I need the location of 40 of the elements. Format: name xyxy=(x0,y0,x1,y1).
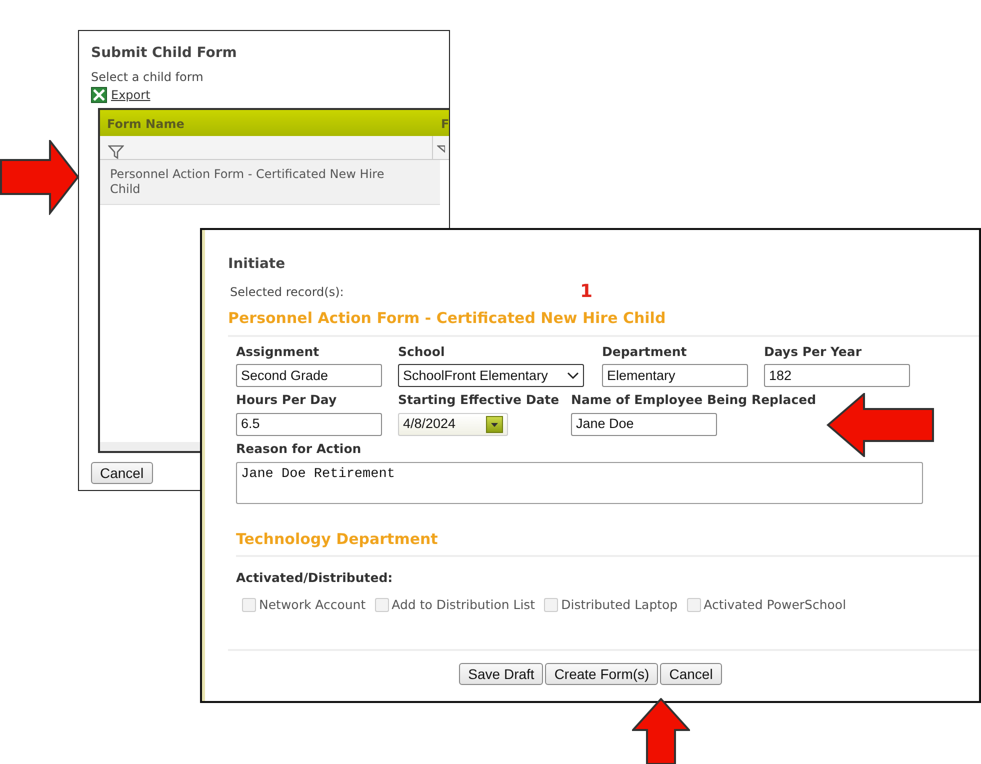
field-label: Name of Employee Being Replaced xyxy=(571,391,816,410)
field-label: Hours Per Day xyxy=(236,391,337,410)
export-link[interactable]: Export xyxy=(111,86,150,104)
field-label: Assignment xyxy=(236,342,320,361)
dialog-title: Initiate xyxy=(228,255,286,274)
field-label: Starting Effective Date xyxy=(398,391,560,410)
chevron-down-icon xyxy=(567,372,579,380)
arrow-icon xyxy=(632,698,690,764)
text-field[interactable]: Second Grade xyxy=(236,364,382,388)
dialog-subtitle: Select a child form xyxy=(91,69,204,86)
column-header: Form Name xyxy=(106,116,186,133)
arrow-icon xyxy=(0,140,80,215)
section-title: Personnel Action Form - Certificated New Hire Child xyxy=(228,308,667,329)
column-header: F xyxy=(440,116,449,133)
date-picker-button[interactable] xyxy=(486,416,503,433)
cancel-button[interactable]: Cancel xyxy=(91,462,153,484)
record-count: 1 xyxy=(580,283,593,301)
spreadsheet-icon xyxy=(91,87,107,103)
group-label: Activated/Distributed: xyxy=(236,569,394,588)
field-label: School xyxy=(398,342,445,360)
text-field[interactable]: Elementary xyxy=(602,364,748,388)
school-dropdown[interactable]: SchoolFront Elementary xyxy=(398,364,584,388)
arrow-icon xyxy=(826,393,934,457)
reason-textarea[interactable]: Jane Doe Retirement xyxy=(236,462,923,504)
dialog-title: Submit Child Form xyxy=(91,44,238,63)
filter-icon xyxy=(108,144,124,159)
text-field[interactable]: 6.5 xyxy=(236,413,382,436)
caret-icon xyxy=(491,422,498,426)
field-label: Reason for Action xyxy=(236,440,362,458)
save-draft-button[interactable]: Save Draft xyxy=(459,662,544,685)
text-field[interactable]: Jane Doe xyxy=(571,413,717,436)
section-title: Technology Department xyxy=(236,528,439,550)
field-label: Department xyxy=(602,342,687,361)
date-field[interactable]: 4/8/2024 xyxy=(398,413,508,436)
field-label: Days Per Year xyxy=(764,342,862,361)
create-forms-button[interactable]: Create Form(s) xyxy=(545,662,658,685)
text-field[interactable]: 182 xyxy=(764,364,910,388)
selected-records-label: Selected record(s): xyxy=(230,284,345,301)
grid-row[interactable]: Personnel Action Form - Certificated New Hire Child xyxy=(100,160,440,205)
cancel-button[interactable]: Cancel xyxy=(660,662,722,685)
